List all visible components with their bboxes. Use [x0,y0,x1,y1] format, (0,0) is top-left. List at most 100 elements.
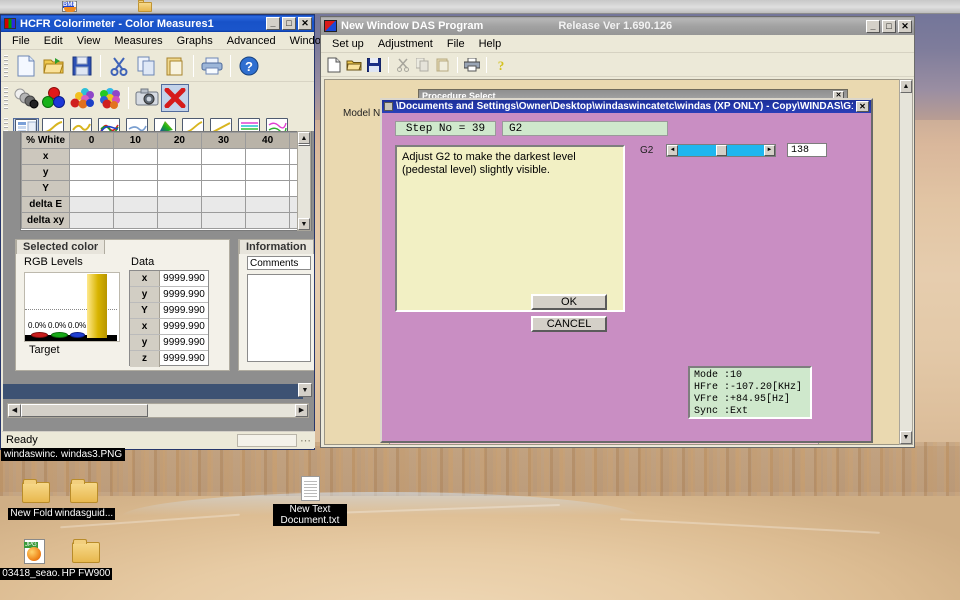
menu-item-adjustment[interactable]: Adjustment [371,36,440,52]
print-icon[interactable] [462,55,482,75]
secondary-colors-icon[interactable] [68,84,96,112]
g2-value-input[interactable]: 138 [787,143,827,157]
minimize-button[interactable]: _ [266,17,280,30]
das-titlebar[interactable]: New Window DAS Program Release Ver 1.690… [321,17,914,35]
cancel-button[interactable]: CANCEL [531,316,607,332]
grid-vertical-scrollbar[interactable]: ▲ ▼ [297,131,311,231]
grid-cell[interactable] [201,181,245,197]
menu-item-view[interactable]: View [70,33,108,49]
g2-slider-thumb[interactable] [716,145,727,156]
grayscale-spheres-icon[interactable] [12,84,40,112]
table-row[interactable]: Y 9999.990 [130,303,208,319]
minimize-button[interactable]: _ [866,20,880,33]
grid-cell[interactable] [157,165,201,181]
save-disk-icon[interactable] [68,52,96,80]
close-button[interactable]: ✕ [298,17,312,30]
grid-cell[interactable] [201,149,245,165]
table-row[interactable]: Y [22,181,311,197]
maximize-button[interactable]: □ [882,20,896,33]
close-button[interactable]: ✕ [856,101,869,112]
grid-cell[interactable] [70,197,114,213]
paste-icon[interactable] [161,52,189,80]
grid-cell[interactable] [113,213,157,229]
table-row[interactable]: x 9999.990 [130,271,208,287]
grid-cell[interactable] [201,165,245,181]
scroll-right-arrow-icon[interactable]: ▶ [295,404,308,417]
help-question-icon[interactable]: ? [235,52,263,80]
g2-adjust-row[interactable]: G2 ◄ ► 138 [640,141,855,159]
grid-cell[interactable] [246,197,290,213]
slider-left-arrow-icon[interactable]: ◄ [667,145,678,156]
adjustment-dialog[interactable]: \Documents and Settings\Owner\Desktop\wi… [380,98,873,443]
menu-item-help[interactable]: Help [472,36,509,52]
grid-cell[interactable] [70,149,114,165]
comments-input[interactable] [247,274,311,362]
new-document-icon[interactable] [324,55,344,75]
red-x-icon[interactable] [161,84,189,112]
das-mdi-client[interactable]: Procedure Select ✕ Model Na \Documents a… [324,79,913,445]
table-row[interactable]: y 9999.990 [130,335,208,351]
grid-cell[interactable] [113,149,157,165]
grid-cell[interactable] [113,165,157,181]
hcfr-toolbar-standard[interactable]: ? [1,50,314,82]
ok-button[interactable]: OK [531,294,607,310]
scroll-up-arrow-icon[interactable]: ▲ [298,132,310,144]
adjustment-dialog-titlebar[interactable]: \Documents and Settings\Owner\Desktop\wi… [382,100,871,113]
grid-cell[interactable] [246,165,290,181]
comments-label[interactable]: Comments [247,256,311,270]
save-disk-icon[interactable] [364,55,384,75]
selected-color-data-table[interactable]: x 9999.990 y 9999.990 Y 9999.990 x 9999.… [129,270,209,366]
scroll-down-arrow-icon[interactable]: ▼ [298,218,310,230]
color-wheel-icon[interactable] [96,84,124,112]
das-toolbar[interactable]: ? [321,53,914,77]
grid-cell[interactable] [246,213,290,229]
measurements-table[interactable]: % White 0 10 20 30 40 5 x y [21,132,311,229]
grid-cell[interactable] [157,181,201,197]
desktop-icon-windasguid[interactable]: windasguid... [48,478,120,520]
scroll-down-arrow-icon[interactable]: ▼ [900,431,912,444]
horizontal-scroll-thumb[interactable] [21,404,148,417]
primary-colors-icon[interactable] [40,84,68,112]
grid-cell[interactable] [201,213,245,229]
grid-cell[interactable] [157,213,201,229]
taskbar-item-windaswinc[interactable]: windaswinc... [1,448,66,461]
table-row[interactable]: y 9999.990 [130,287,208,303]
window-menu-icon[interactable] [384,102,393,111]
hcfr-titlebar[interactable]: HCFR Colorimeter - Color Measures1 _ □ ✕ [1,15,314,32]
table-row[interactable]: z 9999.990 [130,351,208,367]
hcfr-document-area[interactable]: % White 0 10 20 30 40 5 x y [3,131,314,431]
desktop-icon-hp-fw900[interactable]: HP FW900 [50,538,122,580]
help-question-icon[interactable]: ? [491,55,511,75]
grid-cell[interactable] [246,149,290,165]
menu-item-file[interactable]: File [440,36,472,52]
grid-cell[interactable] [70,181,114,197]
close-button[interactable]: ✕ [898,20,912,33]
table-row[interactable]: delta xy [22,213,311,229]
open-folder-icon[interactable] [40,52,68,80]
table-row[interactable]: x [22,149,311,165]
hcfr-toolbar-measures[interactable] [1,82,314,114]
menu-item-edit[interactable]: Edit [37,33,70,49]
hcfr-colorimeter-window[interactable]: HCFR Colorimeter - Color Measures1 _ □ ✕… [0,14,315,450]
camera-icon[interactable] [133,84,161,112]
menu-item-advanced[interactable]: Advanced [220,33,283,49]
desktop-icon-new-text-document[interactable]: New Text Document.txt [273,475,347,526]
g2-slider-track[interactable]: ◄ ► [666,144,776,157]
print-icon[interactable] [198,52,226,80]
das-menubar[interactable]: Set up Adjustment File Help [321,35,914,53]
top-taskbar-strip[interactable]: BMP [0,0,960,14]
folder-icon[interactable] [136,0,154,14]
selected-row-band[interactable] [3,384,303,399]
grid-cell[interactable] [157,197,201,213]
scroll-left-arrow-icon[interactable]: ◀ [8,404,21,417]
das-program-window[interactable]: New Window DAS Program Release Ver 1.690… [320,16,915,448]
bmp-file-icon[interactable]: BMP [62,0,80,14]
toolbar-grip[interactable] [4,55,8,77]
table-row[interactable]: x 9999.990 [130,319,208,335]
maximize-button[interactable]: □ [282,17,296,30]
menu-item-measures[interactable]: Measures [107,33,169,49]
copy-icon[interactable] [133,52,161,80]
new-document-icon[interactable] [12,52,40,80]
resize-grip-icon[interactable]: ⋯ [300,434,311,447]
measurements-grid[interactable]: % White 0 10 20 30 40 5 x y [20,131,312,231]
